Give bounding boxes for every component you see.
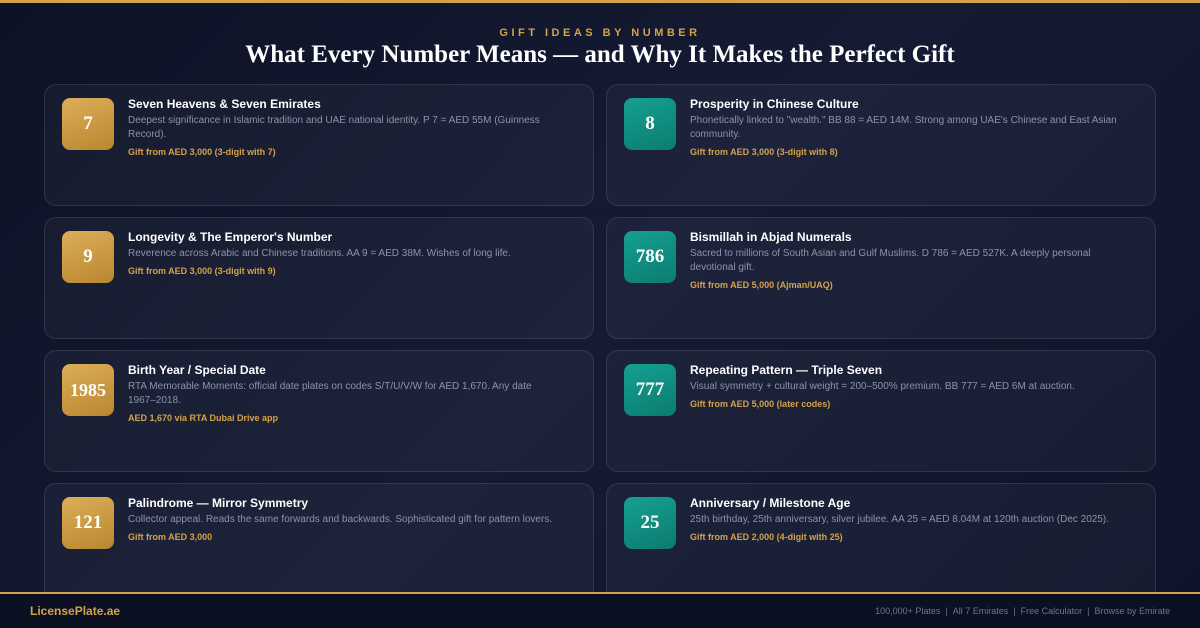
card-description: 25th birthday, 25th anniversary, silver … — [690, 514, 1110, 525]
number-badge: 121 — [62, 497, 114, 549]
number-badge: 7 — [62, 98, 114, 150]
card-body: 25th birthday, 25th anniversary, silver … — [690, 513, 1120, 544]
top-accent-rule — [0, 0, 1200, 3]
card-body: Sacred to millions of South Asian and Gu… — [690, 247, 1120, 292]
card-body: Reverence across Arabic and Chinese trad… — [128, 247, 558, 278]
card-body: Collector appeal. Reads the same forward… — [128, 513, 558, 544]
card-price: AED 1,670 via RTA Dubai Drive app — [128, 413, 279, 423]
number-badge: 9 — [62, 231, 114, 283]
card-body: RTA Memorable Moments: official date pla… — [128, 380, 558, 425]
card-title: Anniversary / Milestone Age — [690, 496, 851, 510]
card-description: Sacred to millions of South Asian and Gu… — [690, 248, 1091, 273]
gift-card-121[interactable]: 121 Palindrome — Mirror Symmetry Collect… — [44, 483, 594, 605]
card-price: Gift from AED 5,000 (Ajman/UAQ) — [690, 280, 833, 290]
number-badge: 786 — [624, 231, 676, 283]
gift-card-1985[interactable]: 1985 Birth Year / Special Date RTA Memor… — [44, 350, 594, 472]
footer-separator: | — [945, 606, 948, 616]
card-description: Phonetically linked to "wealth." BB 88 =… — [690, 115, 1117, 140]
footer-separator: | — [1013, 606, 1016, 616]
footer-bar: LicensePlate.ae 100,000+ Plates | All 7 Em… — [0, 592, 1200, 628]
card-price: Gift from AED 2,000 (4-digit with 25) — [690, 532, 843, 542]
gift-card-7[interactable]: 7 Seven Heavens & Seven Emirates Deepest… — [44, 84, 594, 206]
gift-card-777[interactable]: 777 Repeating Pattern — Triple Seven Vis… — [606, 350, 1156, 472]
card-price: Gift from AED 3,000 — [128, 532, 213, 542]
card-title: Bismillah in Abjad Numerals — [690, 230, 852, 244]
number-badge: 1985 — [62, 364, 114, 416]
number-badge: 8 — [624, 98, 676, 150]
brand-link[interactable]: LicensePlate.ae — [30, 604, 120, 618]
card-title: Longevity & The Emperor's Number — [128, 230, 333, 244]
card-body: Deepest significance in Islamic traditio… — [128, 114, 558, 159]
card-title: Palindrome — Mirror Symmetry — [128, 496, 309, 510]
footer-link-emirates[interactable]: All 7 Emirates — [953, 606, 1009, 616]
card-price: Gift from AED 3,000 (3-digit with 9) — [128, 266, 276, 276]
gift-card-grid: 7 Seven Heavens & Seven Emirates Deepest… — [44, 84, 1156, 605]
footer-link-browse[interactable]: Browse by Emirate — [1094, 606, 1170, 616]
footer-separator: | — [1087, 606, 1090, 616]
card-description: Reverence across Arabic and Chinese trad… — [128, 248, 511, 259]
card-description: RTA Memorable Moments: official date pla… — [128, 381, 532, 406]
gift-card-25[interactable]: 25 Anniversary / Milestone Age 25th birt… — [606, 483, 1156, 605]
card-title: Seven Heavens & Seven Emirates — [128, 97, 321, 111]
footer-link-plates[interactable]: 100,000+ Plates — [875, 606, 940, 616]
card-price: Gift from AED 5,000 (later codes) — [690, 399, 831, 409]
card-title: Repeating Pattern — Triple Seven — [690, 363, 883, 377]
card-title: Prosperity in Chinese Culture — [690, 97, 859, 111]
number-badge: 777 — [624, 364, 676, 416]
eyebrow-label: GIFT IDEAS BY NUMBER — [499, 27, 701, 39]
gift-card-8[interactable]: 8 Prosperity in Chinese Culture Phonetic… — [606, 84, 1156, 206]
card-description: Collector appeal. Reads the same forward… — [128, 514, 553, 525]
card-body: Phonetically linked to "wealth." BB 88 =… — [690, 114, 1120, 159]
card-body: Visual symmetry + cultural weight = 200–… — [690, 380, 1120, 411]
number-badge: 25 — [624, 497, 676, 549]
page-title: What Every Number Means — and Why It Mak… — [245, 41, 955, 68]
gift-card-9[interactable]: 9 Longevity & The Emperor's Number Rever… — [44, 217, 594, 339]
footer-links: 100,000+ Plates | All 7 Emirates | Free Calc… — [875, 606, 1170, 616]
card-description: Deepest significance in Islamic traditio… — [128, 115, 540, 140]
footer-link-calculator[interactable]: Free Calculator — [1021, 606, 1083, 616]
card-description: Visual symmetry + cultural weight = 200–… — [690, 381, 1075, 392]
card-price: Gift from AED 3,000 (3-digit with 8) — [690, 147, 838, 157]
card-title: Birth Year / Special Date — [128, 363, 266, 377]
gift-card-786[interactable]: 786 Bismillah in Abjad Numerals Sacred t… — [606, 217, 1156, 339]
card-price: Gift from AED 3,000 (3-digit with 7) — [128, 147, 276, 157]
